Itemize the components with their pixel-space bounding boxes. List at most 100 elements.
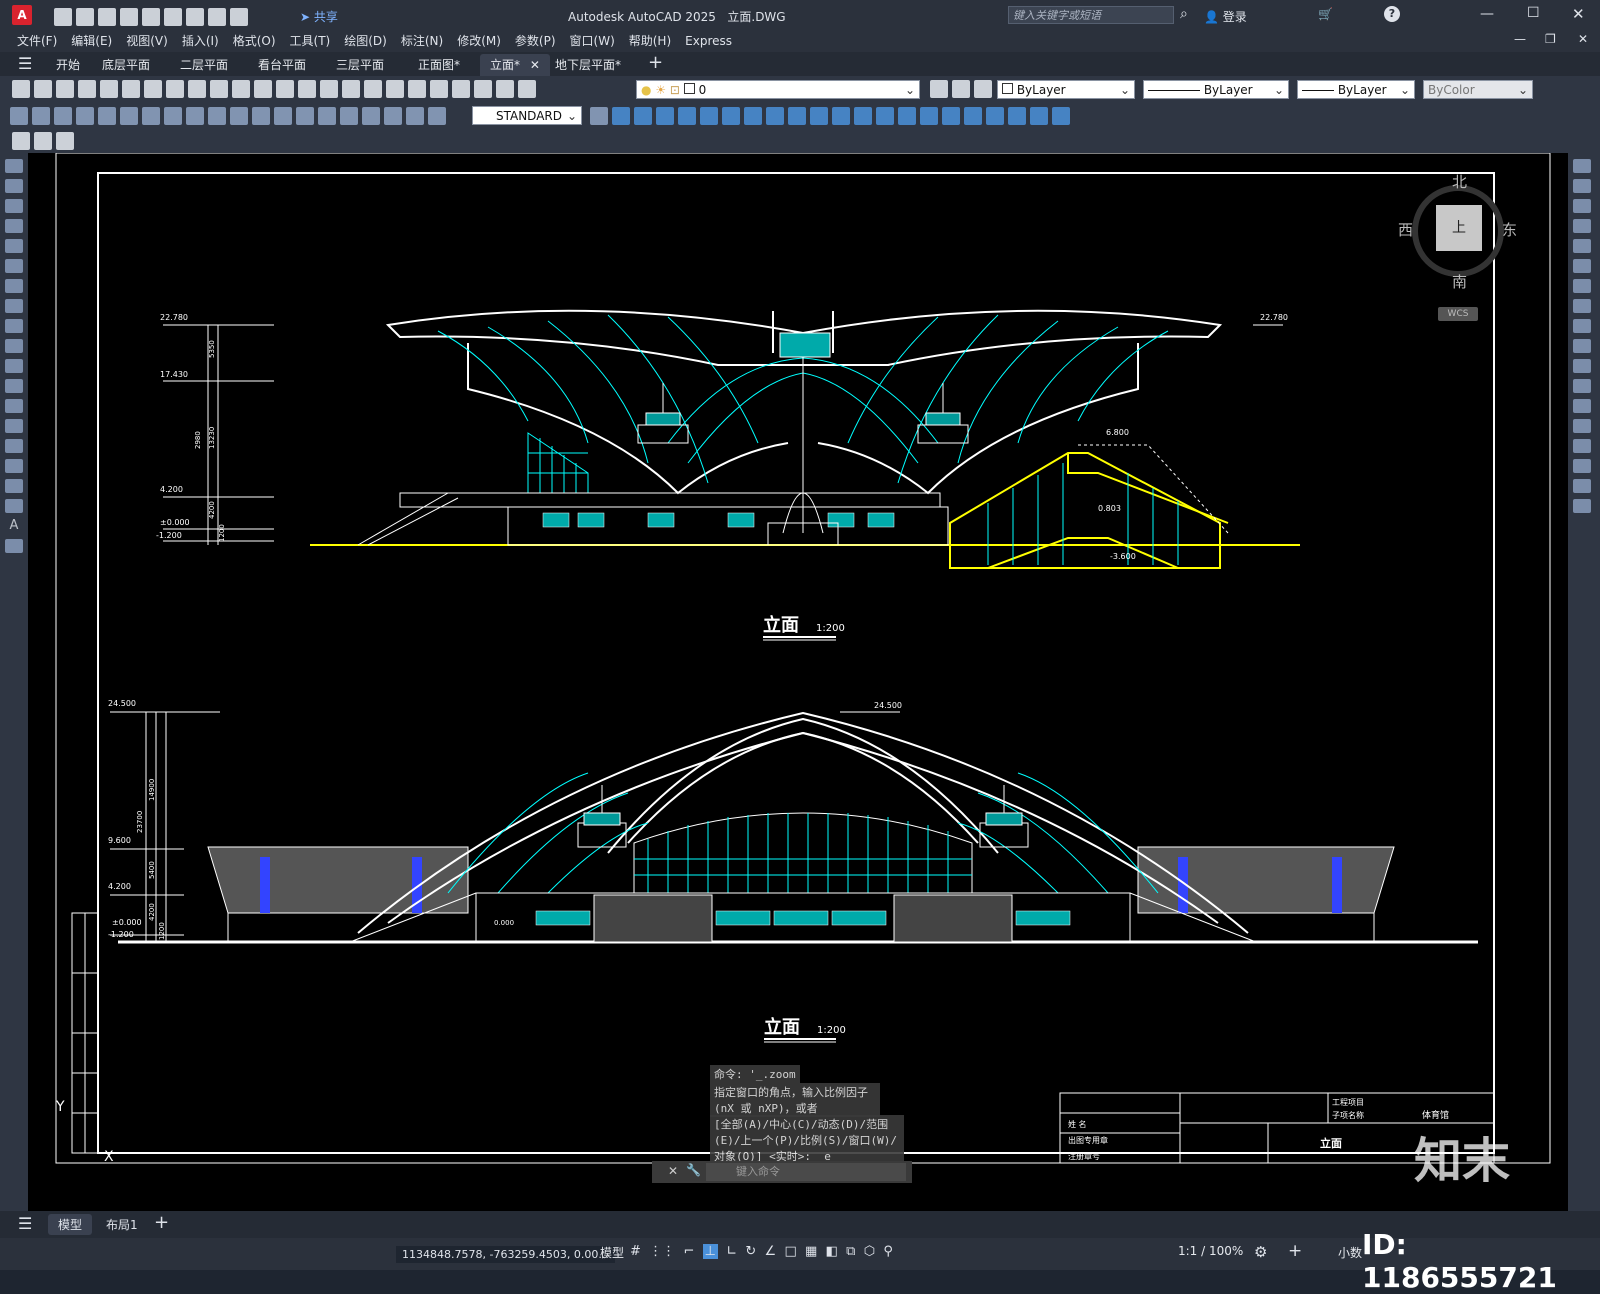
annotation-scale[interactable]: 1:1 / 100% bbox=[1178, 1244, 1243, 1258]
rectangle-icon[interactable] bbox=[5, 239, 23, 253]
doc-minimize-button[interactable]: — bbox=[1514, 32, 1526, 46]
osnap-icon[interactable]: □ bbox=[784, 1244, 796, 1259]
table-icon[interactable] bbox=[5, 499, 23, 513]
make-current-icon[interactable] bbox=[952, 80, 970, 98]
baseline-dim-icon[interactable] bbox=[208, 107, 226, 125]
ortho-icon[interactable]: ∟ bbox=[726, 1244, 737, 1259]
maximize-button[interactable]: ☐ bbox=[1527, 5, 1540, 21]
subtract-icon[interactable] bbox=[634, 107, 652, 125]
add-layout-icon[interactable]: + bbox=[154, 1212, 169, 1233]
make-block-icon[interactable] bbox=[5, 399, 23, 413]
inspect-icon[interactable] bbox=[340, 107, 358, 125]
lineweight-icon[interactable]: ▦ bbox=[805, 1244, 817, 1259]
plus-icon[interactable]: + bbox=[1288, 1241, 1302, 1261]
insert-block-icon[interactable] bbox=[5, 379, 23, 393]
paste-icon[interactable] bbox=[188, 80, 206, 98]
tool-palette-icon[interactable] bbox=[408, 80, 426, 98]
undo-icon[interactable] bbox=[232, 80, 250, 98]
doc-close-button[interactable]: ✕ bbox=[1578, 32, 1588, 46]
tab-start[interactable]: 开始 bbox=[46, 54, 90, 76]
close-icon[interactable]: ✕ bbox=[668, 1164, 678, 1178]
tab-basement[interactable]: 地下层平面* bbox=[545, 54, 631, 76]
continue-dim-icon[interactable] bbox=[230, 107, 248, 125]
close-button[interactable]: ✕ bbox=[1572, 5, 1585, 23]
arc-length-icon[interactable] bbox=[54, 107, 72, 125]
cylinder-icon[interactable] bbox=[1030, 107, 1048, 125]
hatch-icon[interactable] bbox=[5, 439, 23, 453]
plot-icon[interactable] bbox=[186, 8, 204, 26]
properties-icon[interactable] bbox=[364, 80, 382, 98]
menu-help[interactable]: 帮助(H) bbox=[622, 30, 678, 52]
menu-dimension[interactable]: 标注(N) bbox=[394, 30, 450, 52]
viewcube[interactable]: 上 北 南 西 东 bbox=[1398, 171, 1517, 291]
lineweight-dropdown[interactable]: ByLayer ⌄ bbox=[1297, 80, 1415, 99]
imprint-icon[interactable] bbox=[898, 107, 916, 125]
attribute-icon[interactable] bbox=[56, 132, 74, 150]
tab-third-floor[interactable]: 三层平面 bbox=[326, 54, 394, 76]
layer-previous-icon[interactable] bbox=[930, 80, 948, 98]
color-edges-icon[interactable] bbox=[876, 107, 894, 125]
point-icon[interactable] bbox=[5, 419, 23, 433]
erase-icon[interactable] bbox=[1573, 159, 1591, 173]
sun-icon[interactable]: ☀ bbox=[655, 83, 666, 97]
3d-osnap-icon[interactable]: ⬡ bbox=[864, 1244, 875, 1259]
tab-second-floor[interactable]: 二层平面 bbox=[170, 54, 238, 76]
units-setting[interactable]: 小数 bbox=[1338, 1244, 1362, 1261]
menu-express[interactable]: Express bbox=[678, 30, 739, 52]
ellipse-arc-icon[interactable] bbox=[5, 359, 23, 373]
tab-model[interactable]: 模型 bbox=[48, 1214, 93, 1235]
copy-icon[interactable] bbox=[166, 80, 184, 98]
app-logo-icon[interactable]: A bbox=[12, 5, 32, 25]
undo-icon[interactable] bbox=[208, 8, 226, 26]
zoom-previous-icon[interactable] bbox=[342, 80, 360, 98]
tolerance-icon[interactable] bbox=[296, 107, 314, 125]
move-faces-icon[interactable] bbox=[700, 107, 718, 125]
calculator-icon[interactable] bbox=[474, 80, 492, 98]
export-icon[interactable] bbox=[164, 8, 182, 26]
save-icon[interactable] bbox=[56, 80, 74, 98]
tab-elevation[interactable]: 立面* ✕ bbox=[480, 54, 550, 76]
radius-dim-icon[interactable] bbox=[98, 107, 116, 125]
break-point-icon[interactable] bbox=[1573, 379, 1591, 393]
transparency-icon[interactable]: ◧ bbox=[826, 1244, 838, 1259]
insert-block-icon[interactable] bbox=[34, 132, 52, 150]
annotation-icon[interactable]: ⚲ bbox=[883, 1244, 893, 1259]
break-icon[interactable] bbox=[1573, 399, 1591, 413]
tab-front-view[interactable]: 正面图* bbox=[408, 54, 470, 76]
coordinates[interactable]: 1134848.7578, -763259.4503, 0.00... bbox=[396, 1246, 615, 1263]
dim-edit-icon[interactable] bbox=[384, 107, 402, 125]
preview-icon[interactable] bbox=[100, 80, 118, 98]
explode-icon[interactable] bbox=[1573, 499, 1591, 513]
ellipse-icon[interactable] bbox=[5, 339, 23, 353]
drawing-canvas[interactable]: 22.780 17.430 4.200 ±0.000 -1.200 5350 2… bbox=[28, 153, 1568, 1211]
blend-icon[interactable] bbox=[1573, 479, 1591, 493]
linetype-dropdown[interactable]: ByLayer ⌄ bbox=[1143, 80, 1289, 99]
design-center-icon[interactable] bbox=[386, 80, 404, 98]
mirror-icon[interactable] bbox=[1573, 199, 1591, 213]
polar-icon[interactable]: ↻ bbox=[745, 1244, 756, 1259]
offset-icon[interactable] bbox=[1573, 219, 1591, 233]
close-icon[interactable]: ✕ bbox=[530, 58, 540, 72]
menu-draw[interactable]: 绘图(D) bbox=[337, 30, 394, 52]
menu-modify[interactable]: 修改(M) bbox=[450, 30, 508, 52]
menu-file[interactable]: 文件(F) bbox=[10, 30, 64, 52]
center-mark-icon[interactable] bbox=[318, 107, 336, 125]
sheet-set-icon[interactable] bbox=[430, 80, 448, 98]
fillet-icon[interactable] bbox=[1573, 459, 1591, 473]
union-icon[interactable] bbox=[612, 107, 630, 125]
extend-icon[interactable] bbox=[1573, 359, 1591, 373]
help-icon[interactable]: ? bbox=[1384, 6, 1400, 22]
rotate-icon[interactable] bbox=[1573, 279, 1591, 293]
markup-icon[interactable] bbox=[452, 80, 470, 98]
add-selected-icon[interactable] bbox=[5, 539, 23, 553]
compass-north[interactable]: 北 bbox=[1452, 171, 1467, 192]
lightbulb-icon[interactable]: ● bbox=[641, 83, 651, 97]
layer-manager-icon[interactable] bbox=[518, 80, 536, 98]
save-as-icon[interactable] bbox=[120, 8, 138, 26]
dimstyle-dropdown[interactable]: STANDARD ⌄ bbox=[472, 106, 582, 125]
tab-layout1[interactable]: 布局1 bbox=[96, 1216, 148, 1233]
polyline-icon[interactable] bbox=[5, 199, 23, 213]
new-tab-icon[interactable]: + bbox=[648, 52, 663, 73]
move-icon[interactable] bbox=[1573, 259, 1591, 273]
copy-faces-icon[interactable] bbox=[810, 107, 828, 125]
